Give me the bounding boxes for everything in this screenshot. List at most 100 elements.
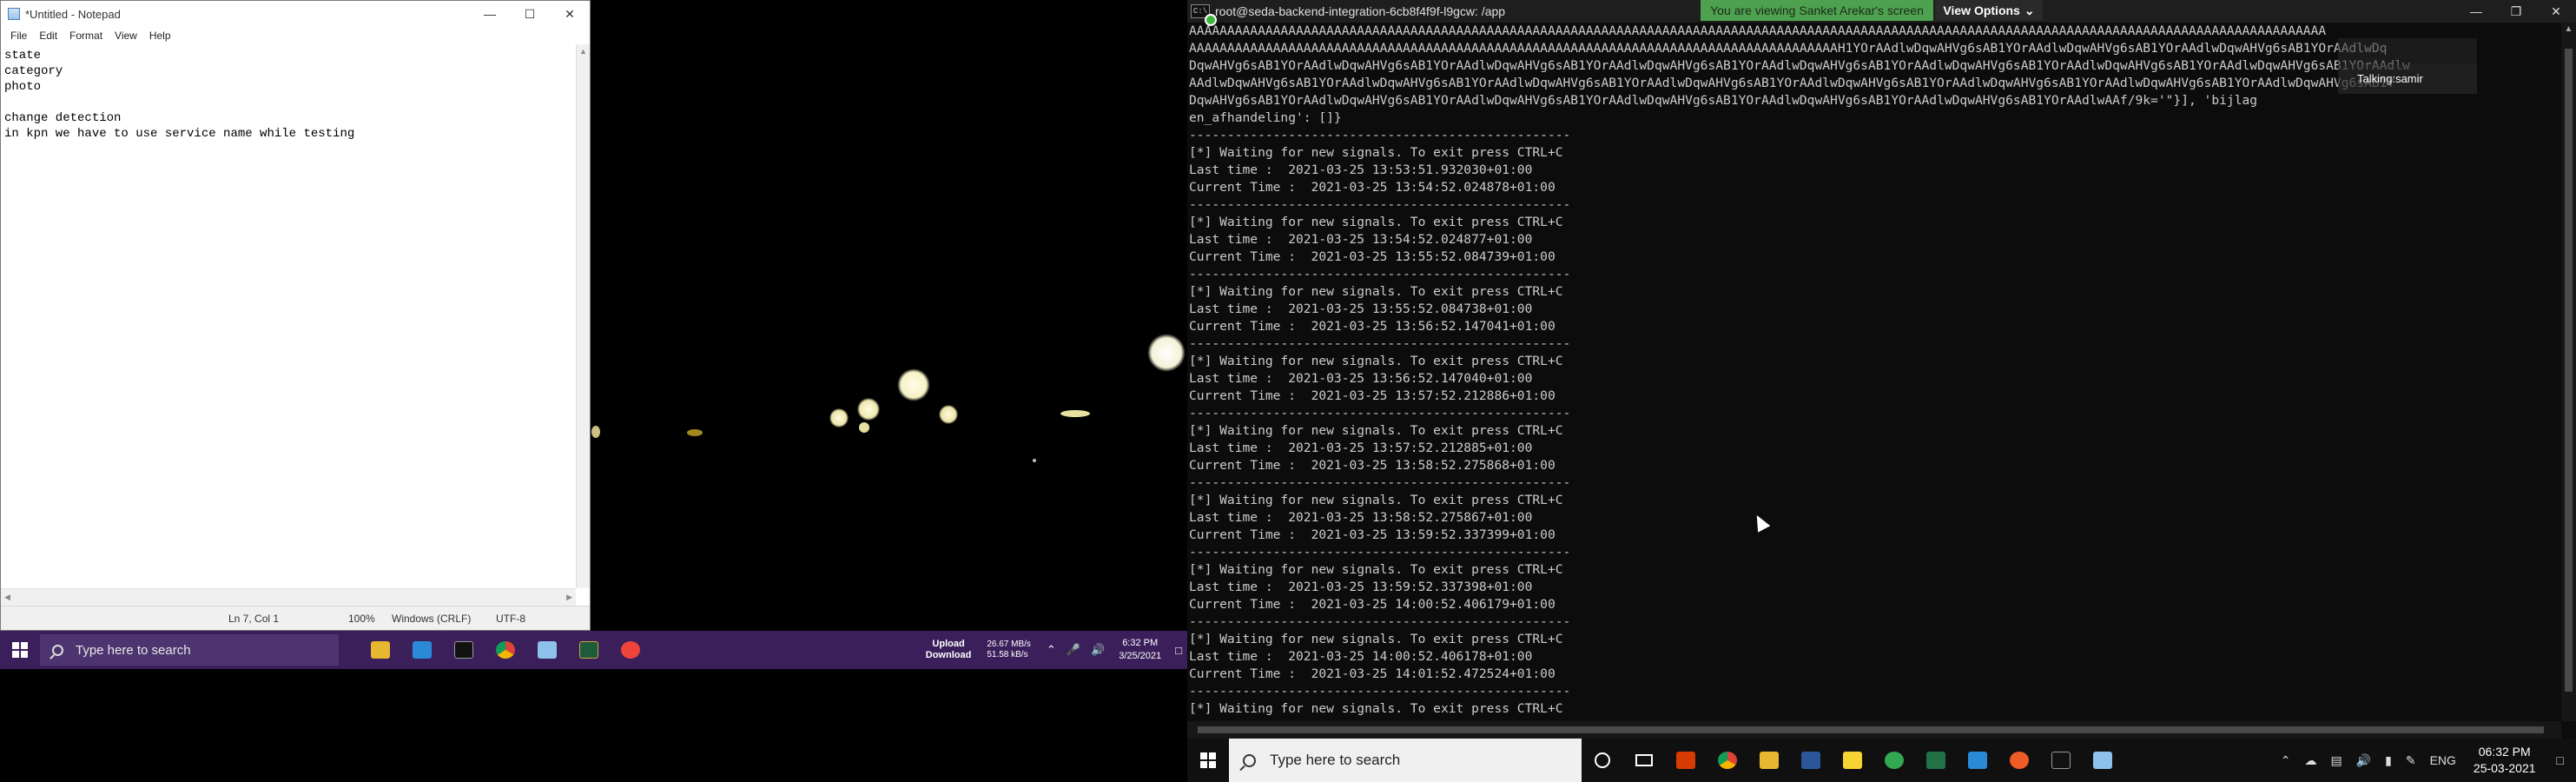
right-system-tray: ⌃ ☁ ▤ 🔊 ▮ ✎ ENG 06:32 PM 25-03-2021 □ xyxy=(2274,739,2576,782)
terminal-line: Current Time : 2021-03-25 13:55:52.08473… xyxy=(1189,249,1556,264)
light-spot xyxy=(687,429,703,436)
terminal-vertical-scrollbar[interactable]: ▲ xyxy=(2561,23,2576,721)
notepad-horizontal-scrollbar[interactable]: ◀ ▶ xyxy=(1,588,576,606)
chrome-icon[interactable] xyxy=(1707,741,1748,779)
terminal-line: Current Time : 2021-03-25 13:54:52.02487… xyxy=(1189,180,1556,195)
language-indicator[interactable]: ENG xyxy=(2430,753,2456,767)
search-placeholder: Type here to search xyxy=(1270,752,1401,768)
chevron-up-icon[interactable]: ⌃ xyxy=(1047,643,1056,657)
download-speed: 51.58 kB/s xyxy=(987,650,1028,659)
terminal-line: Last time : 2021-03-25 13:58:52.275867+0… xyxy=(1189,510,1533,525)
battery-icon[interactable]: ▮ xyxy=(2385,753,2392,768)
light-spot xyxy=(829,408,849,427)
menu-edit[interactable]: Edit xyxy=(33,30,63,42)
sticky-notes-icon[interactable] xyxy=(1832,741,1873,779)
terminal-icon[interactable] xyxy=(443,631,485,669)
chevron-down-icon: ⌄ xyxy=(2024,3,2035,17)
light-spot xyxy=(939,405,958,424)
volume-icon[interactable]: 🔊 xyxy=(2356,753,2371,768)
notepad-taskbar-icon[interactable] xyxy=(526,631,568,669)
taskbar-clock[interactable]: 06:32 PM 25-03-2021 xyxy=(2474,744,2536,777)
notepad-window[interactable]: *Untitled - Notepad — ☐ ✕ File Edit Form… xyxy=(0,0,591,631)
left-system-tray: Upload Download 26.67 MB/s 51.58 kB/s ⌃ … xyxy=(926,631,1187,669)
clock-time: 6:32 PM xyxy=(1122,638,1159,648)
terminal-line: ----------------------------------------… xyxy=(1189,406,1571,421)
word-icon[interactable] xyxy=(1790,741,1832,779)
terminal-window[interactable]: C:\ root@seda-backend-integration-6cb8f4… xyxy=(1187,0,2576,739)
file-explorer-icon[interactable] xyxy=(1748,741,1790,779)
onedrive-icon[interactable]: ☁ xyxy=(2304,753,2316,768)
terminal-output[interactable]: AAAAAAAAAAAAAAAAAAAAAAAAAAAAAAAAAAAAAAAA… xyxy=(1187,23,2561,721)
start-button[interactable] xyxy=(0,631,40,669)
cortana-icon[interactable] xyxy=(1582,741,1623,779)
minimize-button[interactable]: — xyxy=(470,1,510,27)
terminal-line: [*] Waiting for new signals. To exit pre… xyxy=(1189,145,1563,160)
menu-view[interactable]: View xyxy=(109,30,143,42)
vscode-icon[interactable] xyxy=(1957,741,1998,779)
light-spot xyxy=(859,422,869,433)
terminal-line: Current Time : 2021-03-25 13:59:52.33739… xyxy=(1189,527,1556,542)
terminal-line: Last time : 2021-03-25 13:54:52.024877+0… xyxy=(1189,232,1533,247)
right-taskbar: Type here to search ⌃ ☁ ▤ 🔊 ▮ ✎ ENG 06:3… xyxy=(1187,739,2576,782)
office-icon[interactable] xyxy=(1665,741,1707,779)
search-placeholder: Type here to search xyxy=(76,642,191,658)
notification-icon[interactable]: □ xyxy=(1175,644,1182,657)
scrollbar-thumb[interactable] xyxy=(1198,726,2544,733)
video-feed-night-scene xyxy=(591,0,1187,631)
network-icon[interactable]: ▤ xyxy=(2330,753,2342,768)
view-options-button[interactable]: View Options ⌄ xyxy=(1935,0,2043,21)
menu-help[interactable]: Help xyxy=(143,30,177,42)
scroll-up-arrow-icon[interactable]: ▲ xyxy=(577,44,590,58)
terminal-line: ----------------------------------------… xyxy=(1189,475,1571,490)
zoom-level: 100% xyxy=(348,613,375,625)
scroll-right-arrow-icon[interactable]: ▶ xyxy=(566,593,572,602)
chevron-up-icon[interactable]: ⌃ xyxy=(2281,753,2291,768)
postman-icon[interactable] xyxy=(1998,741,2040,779)
microphone-icon[interactable]: 🎤 xyxy=(1067,643,1080,657)
pen-icon[interactable]: ✎ xyxy=(2406,753,2416,768)
scroll-up-arrow-icon[interactable]: ▲ xyxy=(2561,23,2576,36)
taskbar-clock[interactable]: 6:32 PM 3/25/2021 xyxy=(1119,637,1161,663)
view-options-label: View Options xyxy=(1943,3,2020,17)
task-view-icon[interactable] xyxy=(1623,741,1665,779)
volume-icon[interactable]: 🔊 xyxy=(1091,643,1105,657)
terminal-line: [*] Waiting for new signals. To exit pre… xyxy=(1189,215,1563,229)
line-ending: Windows (CRLF) xyxy=(392,613,472,625)
notepad-text-area[interactable]: state category photo change detection in… xyxy=(1,44,576,588)
app-icon[interactable] xyxy=(2082,741,2124,779)
terminal-restore-button[interactable]: ❐ xyxy=(2496,0,2536,23)
scroll-left-arrow-icon[interactable]: ◀ xyxy=(4,593,10,602)
terminal-minimize-button[interactable]: — xyxy=(2456,0,2496,23)
app-icon[interactable] xyxy=(568,631,610,669)
menu-format[interactable]: Format xyxy=(63,30,109,42)
excel-icon[interactable] xyxy=(1915,741,1957,779)
chrome-icon[interactable] xyxy=(485,631,526,669)
terminal-line: [*] Waiting for new signals. To exit pre… xyxy=(1189,423,1563,438)
clock-date: 25-03-2021 xyxy=(2473,761,2536,775)
anydesk-icon[interactable] xyxy=(610,631,651,669)
taskbar-search-box[interactable]: Type here to search xyxy=(40,634,339,666)
close-button[interactable]: ✕ xyxy=(550,1,590,27)
light-spot xyxy=(591,426,600,438)
file-explorer-icon[interactable] xyxy=(360,631,401,669)
notification-icon[interactable]: □ xyxy=(2557,753,2564,767)
terminal-line: Current Time : 2021-03-25 14:00:52.40617… xyxy=(1189,597,1556,612)
taskbar-search-box[interactable]: Type here to search xyxy=(1229,739,1582,782)
notepad-titlebar[interactable]: *Untitled - Notepad — ☐ ✕ xyxy=(1,1,590,27)
menu-file[interactable]: File xyxy=(4,30,33,42)
vscode-icon[interactable] xyxy=(401,631,443,669)
terminal-line: ----------------------------------------… xyxy=(1189,614,1571,629)
maximize-button[interactable]: ☐ xyxy=(510,1,550,27)
terminal-line: ----------------------------------------… xyxy=(1189,545,1571,560)
scrollbar-thumb[interactable] xyxy=(2565,49,2573,692)
terminal-icon[interactable] xyxy=(2040,741,2082,779)
terminal-close-button[interactable]: ✕ xyxy=(2536,0,2576,23)
search-icon xyxy=(52,644,63,656)
talking-indicator: Talking:samir xyxy=(2338,64,2477,94)
hub-icon[interactable] xyxy=(1873,741,1915,779)
notepad-vertical-scrollbar[interactable]: ▲ xyxy=(576,44,590,588)
start-button[interactable] xyxy=(1187,739,1229,782)
windows-logo-icon xyxy=(1200,752,1216,768)
terminal-horizontal-scrollbar[interactable] xyxy=(1187,721,2561,739)
clock-time: 06:32 PM xyxy=(2478,745,2531,759)
